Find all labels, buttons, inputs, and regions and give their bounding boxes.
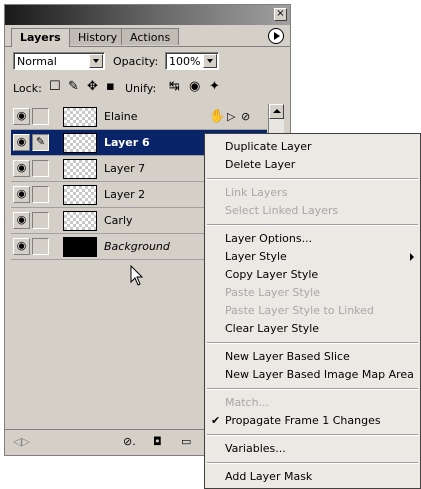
layer-name: Layer 2: [104, 188, 146, 201]
layer-mask-icon[interactable]: ◘: [153, 435, 162, 448]
layer-name: Elaine: [104, 110, 138, 123]
unify-style-icon[interactable]: ✦: [209, 80, 220, 94]
layer-thumbnail: [63, 107, 97, 127]
menu-separator: [207, 462, 418, 464]
unify-visibility-icon[interactable]: ◉: [189, 80, 200, 94]
palette-titlebar[interactable]: ×: [5, 5, 290, 25]
eye-icon[interactable]: ◉: [13, 238, 30, 255]
layer-style-icon[interactable]: ⊘.: [123, 435, 136, 448]
play-icon[interactable]: ▷: [227, 110, 235, 123]
layer-row[interactable]: ◉ Elaine ✋ ▷ ⊘: [11, 104, 267, 130]
opacity-value: 100%: [169, 55, 201, 68]
menu-item-new-layer-based-image-map[interactable]: New Layer Based Image Map Area: [205, 366, 420, 384]
layer-context-menu: Duplicate Layer Delete Layer Link Layers…: [204, 133, 421, 489]
menu-separator: [207, 178, 418, 180]
lock-transparency-icon[interactable]: ☐: [49, 80, 61, 94]
lock-row: Lock: ☐ ✎ ✥ ▪ Unify: ↹ ◉ ✦: [13, 80, 283, 100]
menu-item-propagate-frame-1[interactable]: ✔ Propagate Frame 1 Changes: [205, 412, 420, 430]
unify-position-icon[interactable]: ↹: [169, 80, 180, 94]
lock-paint-icon[interactable]: ✎: [68, 80, 79, 94]
eye-icon[interactable]: ◉: [13, 160, 30, 177]
mouse-cursor-icon: [130, 264, 144, 290]
frame-nav-icon[interactable]: ◁▷: [13, 435, 30, 448]
menu-item-duplicate-layer[interactable]: Duplicate Layer: [205, 138, 420, 156]
layer-thumbnail: [63, 185, 97, 205]
menu-item-delete-layer[interactable]: Delete Layer: [205, 156, 420, 174]
tab-layers[interactable]: Layers: [11, 28, 70, 47]
menu-item-paste-layer-style: Paste Layer Style: [225, 286, 320, 299]
menu-item-add-layer-mask[interactable]: Add Layer Mask: [205, 468, 420, 486]
menu-separator: [207, 342, 418, 344]
layer-name: Layer 6: [104, 136, 150, 149]
lock-move-icon[interactable]: ✥: [87, 80, 98, 94]
menu-item-match: Match...: [225, 396, 270, 409]
menu-item-layer-style-label: Layer Style: [225, 250, 287, 263]
menu-separator: [207, 434, 418, 436]
hand-icon: ✋: [209, 109, 226, 124]
layer-thumbnail: [63, 133, 97, 153]
link-slot[interactable]: [32, 186, 49, 203]
layer-thumbnail: [63, 159, 97, 179]
menu-separator: [207, 224, 418, 226]
menu-item-new-layer-based-slice[interactable]: New Layer Based Slice: [205, 348, 420, 366]
palette-menu-button[interactable]: [268, 28, 284, 44]
lock-label: Lock:: [13, 82, 42, 95]
no-icon[interactable]: ⊘: [241, 110, 250, 123]
menu-item-copy-layer-style[interactable]: Copy Layer Style: [205, 266, 420, 284]
link-slot[interactable]: [32, 212, 49, 229]
menu-item-layer-style[interactable]: Layer Style: [205, 248, 420, 266]
blend-mode-select[interactable]: Normal: [13, 52, 105, 70]
layer-thumbnail: [63, 237, 97, 257]
eye-icon[interactable]: ◉: [13, 212, 30, 229]
opacity-field[interactable]: 100%: [165, 52, 219, 70]
eye-icon[interactable]: ◉: [13, 134, 30, 151]
layer-thumbnail: [63, 211, 97, 231]
menu-item-propagate-label: Propagate Frame 1 Changes: [225, 414, 381, 427]
close-icon[interactable]: ×: [274, 8, 287, 21]
menu-item-clear-layer-style[interactable]: Clear Layer Style: [205, 320, 420, 338]
lock-all-icon[interactable]: ▪: [106, 80, 115, 94]
layer-name: Carly: [104, 214, 133, 227]
menu-item-select-linked-layers: Select Linked Layers: [225, 204, 339, 217]
unify-label: Unify:: [125, 82, 157, 95]
submenu-arrow-icon: [410, 253, 414, 261]
layer-name: Background: [104, 240, 170, 253]
eye-icon[interactable]: ◉: [13, 108, 30, 125]
tab-actions[interactable]: Actions: [121, 28, 180, 45]
menu-item-variables[interactable]: Variables...: [205, 440, 420, 458]
opacity-label: Opacity:: [113, 55, 159, 68]
blend-mode-value: Normal: [17, 55, 57, 68]
scroll-up-icon[interactable]: [269, 104, 284, 119]
menu-item-paste-layer-style-linked: Paste Layer Style to Linked: [225, 304, 374, 317]
menu-item-layer-options[interactable]: Layer Options...: [205, 230, 420, 248]
link-slot[interactable]: [32, 238, 49, 255]
checkmark-icon: ✔: [211, 414, 221, 427]
link-slot[interactable]: [32, 108, 49, 125]
tab-history[interactable]: History: [69, 28, 127, 45]
brush-icon[interactable]: ✎: [32, 134, 49, 151]
new-set-icon[interactable]: ▭: [181, 435, 191, 448]
chevron-down-icon[interactable]: [89, 54, 103, 68]
menu-separator: [207, 388, 418, 390]
chevron-down-icon[interactable]: [203, 54, 217, 68]
link-slot[interactable]: [32, 160, 49, 177]
blend-row: Normal Opacity: 100%: [13, 52, 283, 72]
eye-icon[interactable]: ◉: [13, 186, 30, 203]
layer-name: Layer 7: [104, 162, 146, 175]
menu-item-link-layers: Link Layers: [225, 186, 288, 199]
